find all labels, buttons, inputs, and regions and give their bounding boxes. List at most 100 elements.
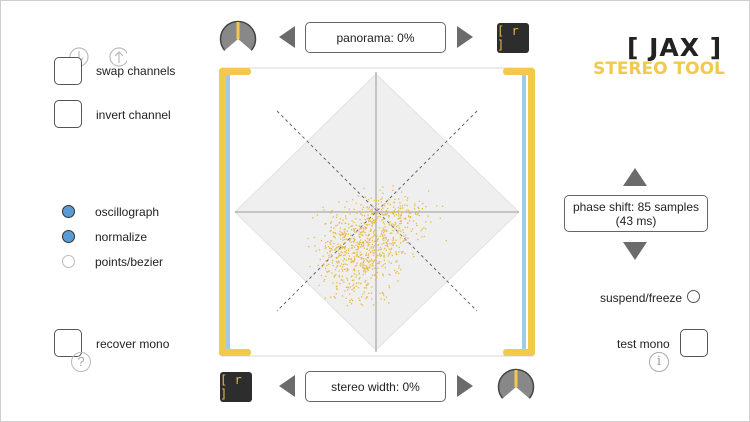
scatter-point xyxy=(339,235,341,237)
scatter-point xyxy=(359,228,361,230)
test-mono-checkbox[interactable] xyxy=(680,329,708,357)
normalize-radio[interactable] xyxy=(62,230,75,243)
scatter-point xyxy=(408,209,410,212)
scatter-point xyxy=(316,214,318,216)
scatter-point xyxy=(417,213,419,215)
scatter-point xyxy=(376,240,378,242)
invert-channel-checkbox[interactable] xyxy=(54,100,82,128)
scatter-point xyxy=(366,266,368,268)
scatter-point xyxy=(392,185,394,187)
scatter-point xyxy=(398,215,400,217)
scatter-point xyxy=(410,212,412,214)
scatter-point xyxy=(363,291,365,293)
scatter-point xyxy=(365,254,367,256)
scatter-point xyxy=(326,271,328,273)
scatter-point xyxy=(397,280,399,282)
scatter-point xyxy=(342,219,344,221)
scatter-point xyxy=(350,258,352,260)
scatter-point xyxy=(327,240,329,243)
stereo-width-reset-button[interactable]: [ r ] xyxy=(220,372,252,402)
scatter-point xyxy=(322,255,324,257)
panorama-reset-button[interactable]: [ r ] xyxy=(497,23,529,53)
scatter-point xyxy=(353,246,356,248)
scatter-point xyxy=(367,207,369,210)
phase-shift-display: phase shift: 85 samples (43 ms) xyxy=(564,195,708,232)
scatter-point xyxy=(343,236,346,238)
scatter-point xyxy=(318,249,321,251)
panorama-knob[interactable] xyxy=(219,20,257,58)
help-icon[interactable]: ? xyxy=(71,352,91,372)
scatter-point xyxy=(389,203,391,206)
scatter-point xyxy=(362,234,364,237)
phase-shift-down-arrow-icon[interactable] xyxy=(623,242,647,260)
scatter-point xyxy=(385,238,387,240)
scatter-point xyxy=(379,254,381,256)
scatter-point xyxy=(353,256,355,258)
scatter-point xyxy=(328,256,330,259)
scatter-point xyxy=(390,211,393,213)
panorama-decrease-arrow-icon[interactable] xyxy=(279,26,295,48)
scatter-point xyxy=(344,234,346,236)
scatter-point xyxy=(365,258,367,260)
scatter-point xyxy=(366,237,369,240)
scatter-point xyxy=(338,245,340,248)
scatter-point xyxy=(355,202,357,204)
scatter-point xyxy=(331,255,333,257)
scatter-point xyxy=(398,211,401,213)
scatter-point xyxy=(364,287,366,289)
scatter-point xyxy=(372,206,375,208)
scatter-point xyxy=(384,230,386,232)
scatter-point xyxy=(324,267,327,270)
stereo-width-knob[interactable] xyxy=(497,368,535,406)
scatter-point xyxy=(363,222,365,224)
scatter-point xyxy=(382,235,384,237)
info-icon[interactable]: i xyxy=(649,352,669,372)
scatter-point xyxy=(427,190,430,192)
scatter-point xyxy=(374,234,376,236)
scatter-point xyxy=(360,204,362,206)
scatter-point xyxy=(445,239,447,242)
scatter-point xyxy=(422,202,424,205)
scatter-point xyxy=(341,266,344,268)
scatter-point xyxy=(380,235,382,237)
suspend-freeze-radio[interactable] xyxy=(687,290,700,303)
scatter-point xyxy=(336,224,339,226)
scatter-point xyxy=(324,247,326,250)
scatter-point xyxy=(383,253,385,255)
swap-channels-checkbox[interactable] xyxy=(54,57,82,85)
points-bezier-radio[interactable] xyxy=(62,255,75,268)
scatter-point xyxy=(324,245,327,247)
panorama-increase-arrow-icon[interactable] xyxy=(457,26,473,48)
phase-shift-up-arrow-icon[interactable] xyxy=(623,168,647,186)
scatter-point xyxy=(354,258,356,260)
scatter-point xyxy=(364,272,366,274)
scatter-point xyxy=(368,249,370,251)
scatter-point xyxy=(364,232,366,234)
scatter-point xyxy=(358,231,360,233)
scatter-point xyxy=(388,273,390,275)
scatter-point xyxy=(338,233,341,235)
scatter-point xyxy=(359,277,361,279)
scatter-point xyxy=(400,251,403,253)
scatter-point xyxy=(388,302,390,304)
scatter-point xyxy=(401,211,403,213)
scatter-point xyxy=(373,261,375,263)
scatter-point xyxy=(388,222,391,224)
stereo-width-increase-arrow-icon[interactable] xyxy=(457,375,473,397)
scatter-point xyxy=(360,231,362,234)
scatter-point xyxy=(373,259,375,261)
scatter-point xyxy=(397,232,399,234)
scatter-point xyxy=(358,210,361,213)
scatter-point xyxy=(332,259,334,262)
scatter-point xyxy=(366,248,368,250)
oscillograph-radio[interactable] xyxy=(62,205,75,218)
stereo-width-decrease-arrow-icon[interactable] xyxy=(279,375,295,397)
scatter-point xyxy=(360,233,362,235)
scatter-point xyxy=(436,205,438,207)
scatter-point xyxy=(418,200,421,202)
scatter-point xyxy=(391,232,393,234)
scatter-point xyxy=(364,264,366,267)
scatter-point xyxy=(331,262,333,264)
scatter-point xyxy=(385,236,387,239)
scatter-point xyxy=(372,212,374,215)
